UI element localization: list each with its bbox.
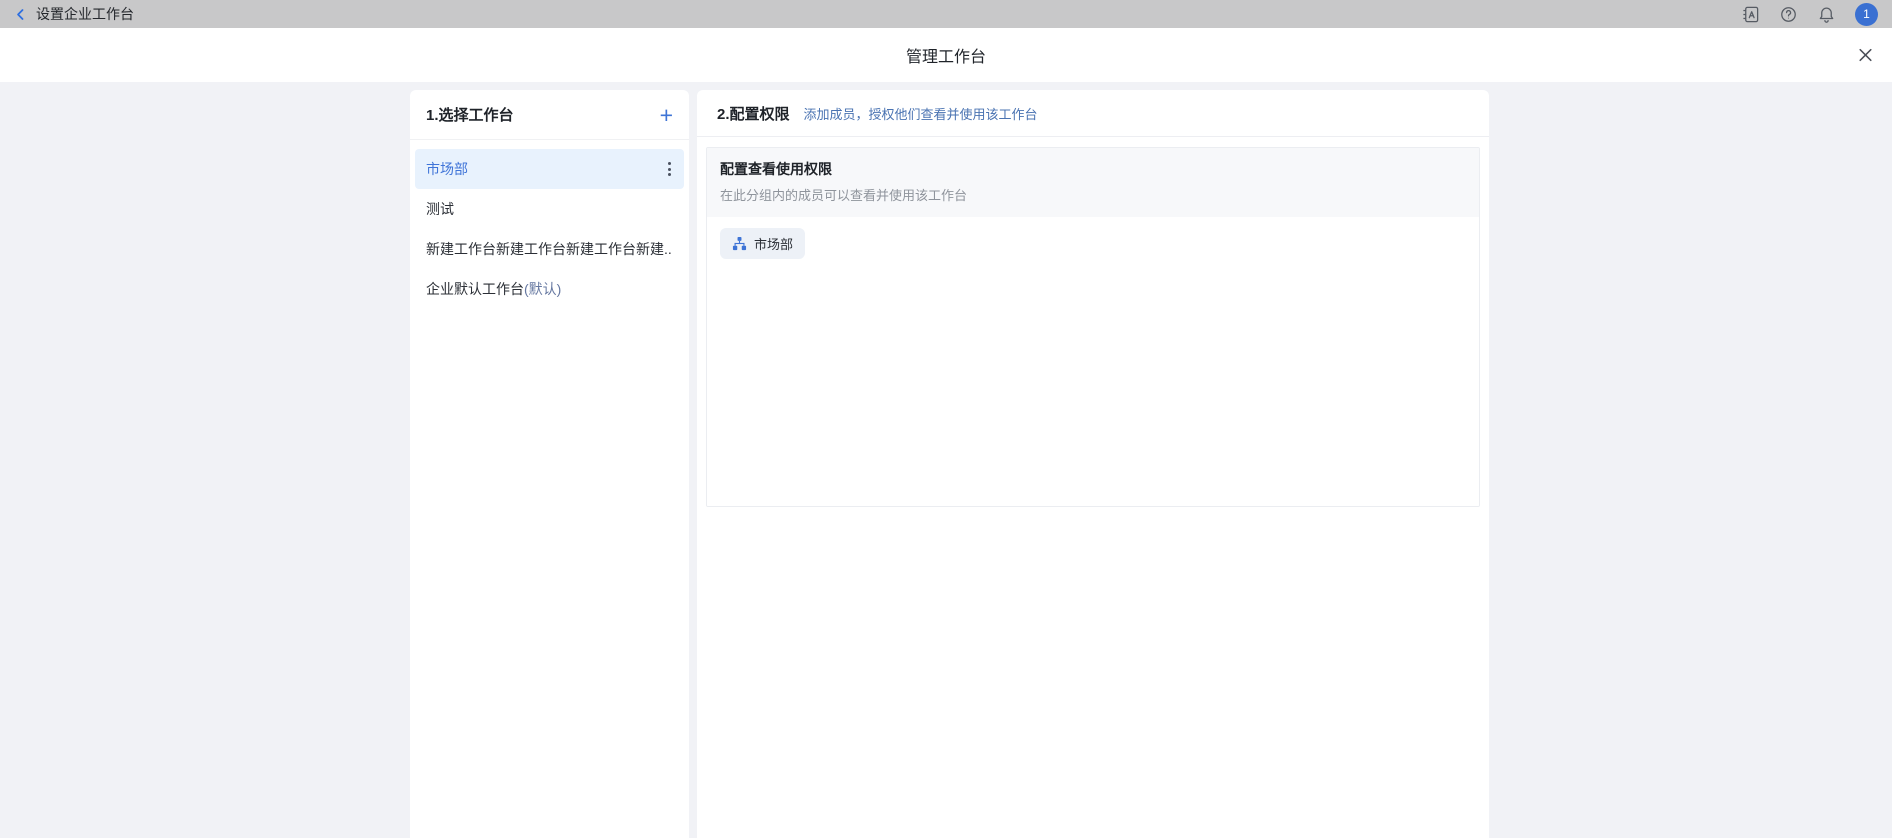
- view-permission-card-subtitle: 在此分组内的成员可以查看并使用该工作台: [720, 185, 1466, 204]
- help-icon[interactable]: [1779, 5, 1798, 24]
- workbench-item-default[interactable]: 企业默认工作台(默认): [415, 269, 684, 309]
- more-actions-icon[interactable]: [666, 158, 673, 180]
- view-permission-card-body: 市场部: [707, 217, 1479, 506]
- configure-permission-header: 2.配置权限 添加成员，授权他们查看并使用该工作台: [697, 90, 1489, 137]
- close-icon[interactable]: [1857, 47, 1874, 64]
- default-badge: (默认): [524, 281, 561, 297]
- select-workbench-panel: 1.选择工作台 + 市场部 测试 新建工作台新建工作台新建工作台新建... 企业…: [410, 90, 689, 838]
- avatar[interactable]: 1: [1855, 3, 1878, 26]
- configure-permission-title: 2.配置权限: [717, 103, 790, 124]
- modal-titlebar: 管理工作台: [0, 28, 1892, 82]
- bell-icon[interactable]: [1817, 5, 1836, 24]
- org-structure-icon: [732, 236, 747, 251]
- address-book-icon[interactable]: [1741, 5, 1760, 24]
- member-tag[interactable]: 市场部: [720, 228, 805, 259]
- member-tag-label: 市场部: [754, 234, 793, 253]
- topbar-title: 设置企业工作台: [36, 4, 134, 24]
- select-workbench-header: 1.选择工作台 +: [410, 90, 689, 140]
- content-area: 1.选择工作台 + 市场部 测试 新建工作台新建工作台新建工作台新建... 企业…: [0, 82, 1892, 838]
- workbench-list: 市场部 测试 新建工作台新建工作台新建工作台新建... 企业默认工作台(默认): [410, 140, 689, 318]
- workbench-item-ceshi[interactable]: 测试: [415, 189, 684, 229]
- topbar: 设置企业工作台 1: [0, 0, 1892, 28]
- workbench-item-shichangbu[interactable]: 市场部: [415, 149, 684, 189]
- workbench-item-xinjian[interactable]: 新建工作台新建工作台新建工作台新建...: [415, 229, 684, 269]
- select-workbench-title: 1.选择工作台: [426, 104, 514, 125]
- topbar-actions: 1: [1741, 3, 1878, 26]
- page-title: 管理工作台: [906, 43, 986, 67]
- view-permission-card-header: 配置查看使用权限 在此分组内的成员可以查看并使用该工作台: [707, 148, 1479, 217]
- configure-permission-panel: 2.配置权限 添加成员，授权他们查看并使用该工作台 配置查看使用权限 在此分组内…: [697, 90, 1489, 838]
- add-member-link[interactable]: 添加成员，授权他们查看并使用该工作台: [804, 104, 1038, 123]
- view-permission-card: 配置查看使用权限 在此分组内的成员可以查看并使用该工作台: [706, 147, 1480, 507]
- chevron-left-icon: [14, 8, 27, 21]
- back-button[interactable]: 设置企业工作台: [14, 4, 134, 24]
- add-workbench-button[interactable]: +: [660, 105, 673, 125]
- view-permission-card-title: 配置查看使用权限: [720, 159, 1466, 179]
